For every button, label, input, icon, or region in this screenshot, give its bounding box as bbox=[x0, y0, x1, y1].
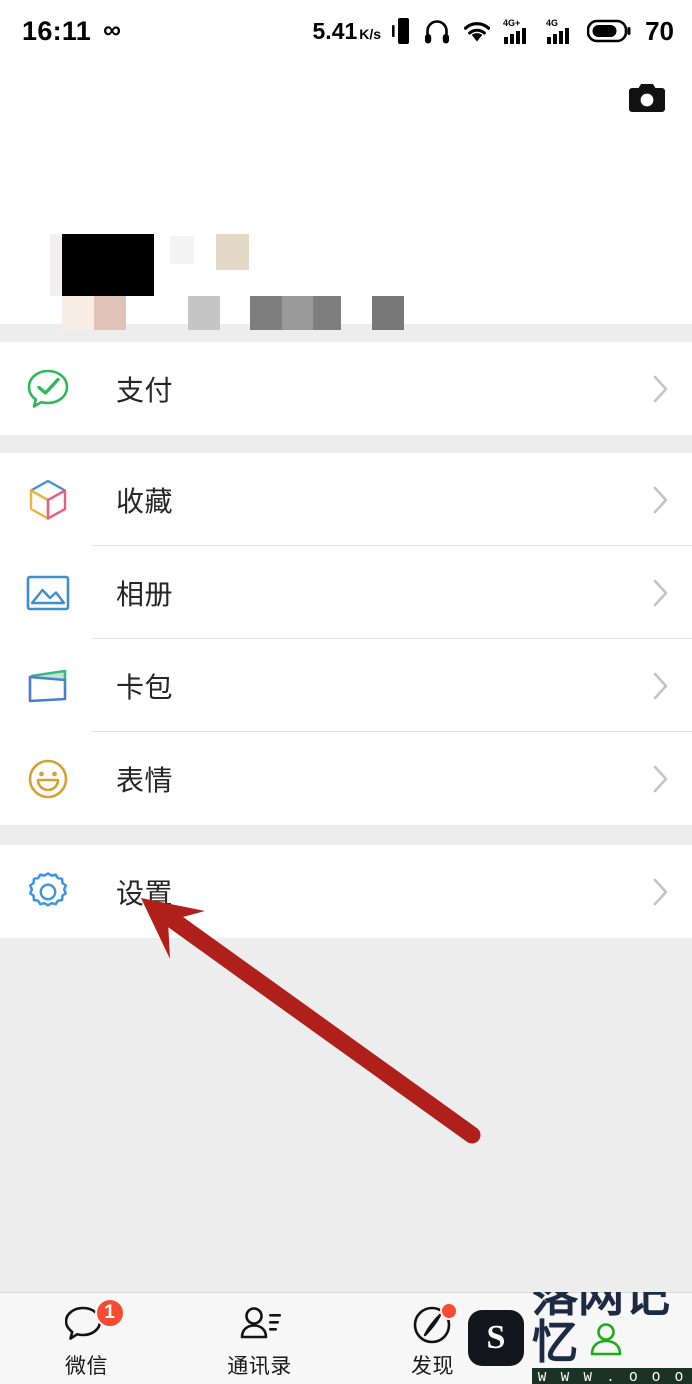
sticker-smiley-icon bbox=[22, 753, 74, 805]
avatar-mosaic-edge bbox=[50, 234, 62, 296]
watermark-url: W W W . O O O C . C N bbox=[532, 1368, 692, 1384]
chevron-right-icon bbox=[652, 876, 670, 908]
watermark-logo-icon: S bbox=[468, 1310, 524, 1366]
tab-wechat[interactable]: 1 微信 bbox=[0, 1293, 173, 1384]
empty-area bbox=[0, 938, 692, 1304]
cards-wallet-icon bbox=[22, 660, 74, 712]
wifi-icon bbox=[462, 19, 492, 44]
unread-badge: 1 bbox=[94, 1297, 125, 1328]
wechat-me-screen: 16:11 ∞ 5.41 K/s 4G+ 4G 70 支付 收藏 相册 卡包 表… bbox=[0, 0, 692, 1384]
menu-group-pay: 支付 bbox=[0, 342, 692, 435]
wxid-mosaic-4 bbox=[250, 296, 282, 330]
headphones-icon bbox=[423, 17, 451, 45]
menu-item-album[interactable]: 相册 bbox=[0, 546, 692, 639]
menu-group-content: 收藏 相册 卡包 表情 bbox=[0, 453, 692, 825]
signal-4g-plus-icon: 4G+ bbox=[503, 16, 535, 46]
tab-label: 发现 bbox=[411, 1354, 454, 1378]
chevron-right-icon bbox=[652, 670, 670, 702]
wxid-mosaic-5 bbox=[282, 296, 313, 330]
status-bar: 16:11 ∞ 5.41 K/s 4G+ 4G 70 bbox=[0, 0, 692, 62]
network-speed-unit: K/s bbox=[359, 25, 382, 42]
watermark-title: 落网记忆 bbox=[532, 1292, 670, 1368]
wxid-mosaic-3 bbox=[188, 296, 220, 330]
header-action-bar bbox=[0, 62, 692, 138]
status-bar-left: 16:11 ∞ bbox=[22, 16, 121, 47]
album-photo-icon bbox=[22, 567, 74, 619]
section-gap bbox=[0, 825, 692, 845]
nickname-mosaic-1 bbox=[170, 236, 194, 264]
menu-item-pay[interactable]: 支付 bbox=[0, 342, 692, 435]
tab-label: 微信 bbox=[65, 1354, 108, 1378]
menu-group-settings: 设置 bbox=[0, 845, 692, 938]
wxid-mosaic-2 bbox=[94, 296, 126, 330]
avatar[interactable] bbox=[62, 234, 154, 296]
menu-item-cards[interactable]: 卡包 bbox=[0, 639, 692, 732]
battery-icon bbox=[587, 19, 631, 43]
wxid-mosaic-1 bbox=[62, 296, 94, 330]
settings-gear-icon bbox=[22, 866, 74, 918]
chevron-right-icon bbox=[652, 484, 670, 516]
wxid-mosaic-6 bbox=[313, 296, 341, 330]
status-clock: 16:11 bbox=[22, 15, 92, 46]
contacts-icon bbox=[237, 1302, 283, 1348]
watermark-text: 落网记忆 W W W . O O O C . C N bbox=[532, 1292, 692, 1384]
tab-contacts[interactable]: 通讯录 bbox=[173, 1293, 346, 1384]
network-speed-value: 5.41 bbox=[312, 17, 358, 44]
section-gap bbox=[0, 435, 692, 453]
chevron-right-icon bbox=[652, 763, 670, 795]
menu-item-favorites[interactable]: 收藏 bbox=[0, 453, 692, 546]
menu-item-label: 设置 bbox=[116, 877, 174, 909]
status-bar-right: 5.41 K/s 4G+ 4G 70 bbox=[313, 16, 674, 47]
vibrate-icon bbox=[392, 16, 412, 46]
menu-item-label: 相册 bbox=[116, 578, 174, 610]
wxid-mosaic-7 bbox=[372, 296, 404, 330]
signal-4g-icon: 4G bbox=[546, 16, 576, 46]
bottom-tab-bar: 1 微信 通讯录 发现 S 落网记忆 W W W . O O O bbox=[0, 1292, 692, 1384]
discover-red-dot bbox=[439, 1301, 458, 1320]
network-speed: 5.41 K/s bbox=[313, 18, 382, 45]
chevron-right-icon bbox=[652, 577, 670, 609]
svg-text:4G+: 4G+ bbox=[503, 18, 520, 28]
tab-label: 通讯录 bbox=[227, 1354, 292, 1378]
chevron-right-icon bbox=[652, 373, 670, 405]
menu-item-settings[interactable]: 设置 bbox=[0, 845, 692, 938]
infinity-icon: ∞ bbox=[103, 15, 121, 44]
compass-icon bbox=[412, 1301, 458, 1348]
menu-item-stickers[interactable]: 表情 bbox=[0, 732, 692, 825]
menu-item-label: 收藏 bbox=[116, 485, 174, 517]
menu-item-label: 卡包 bbox=[116, 671, 174, 703]
battery-level: 70 bbox=[645, 15, 674, 46]
favorites-cube-icon bbox=[22, 474, 74, 526]
svg-text:4G: 4G bbox=[546, 18, 558, 28]
nickname-mosaic-2 bbox=[216, 234, 249, 270]
watermark-content: S 落网记忆 W W W . O O O C . C N bbox=[460, 1292, 692, 1384]
chat-bubble-icon: 1 bbox=[64, 1297, 125, 1348]
watermark: S 落网记忆 W W W . O O O C . C N bbox=[460, 1292, 692, 1384]
menu-item-label: 支付 bbox=[116, 374, 174, 406]
camera-icon[interactable] bbox=[628, 82, 666, 119]
profile-header[interactable] bbox=[0, 138, 692, 330]
menu-item-label: 表情 bbox=[116, 764, 174, 796]
pay-icon bbox=[22, 363, 74, 415]
